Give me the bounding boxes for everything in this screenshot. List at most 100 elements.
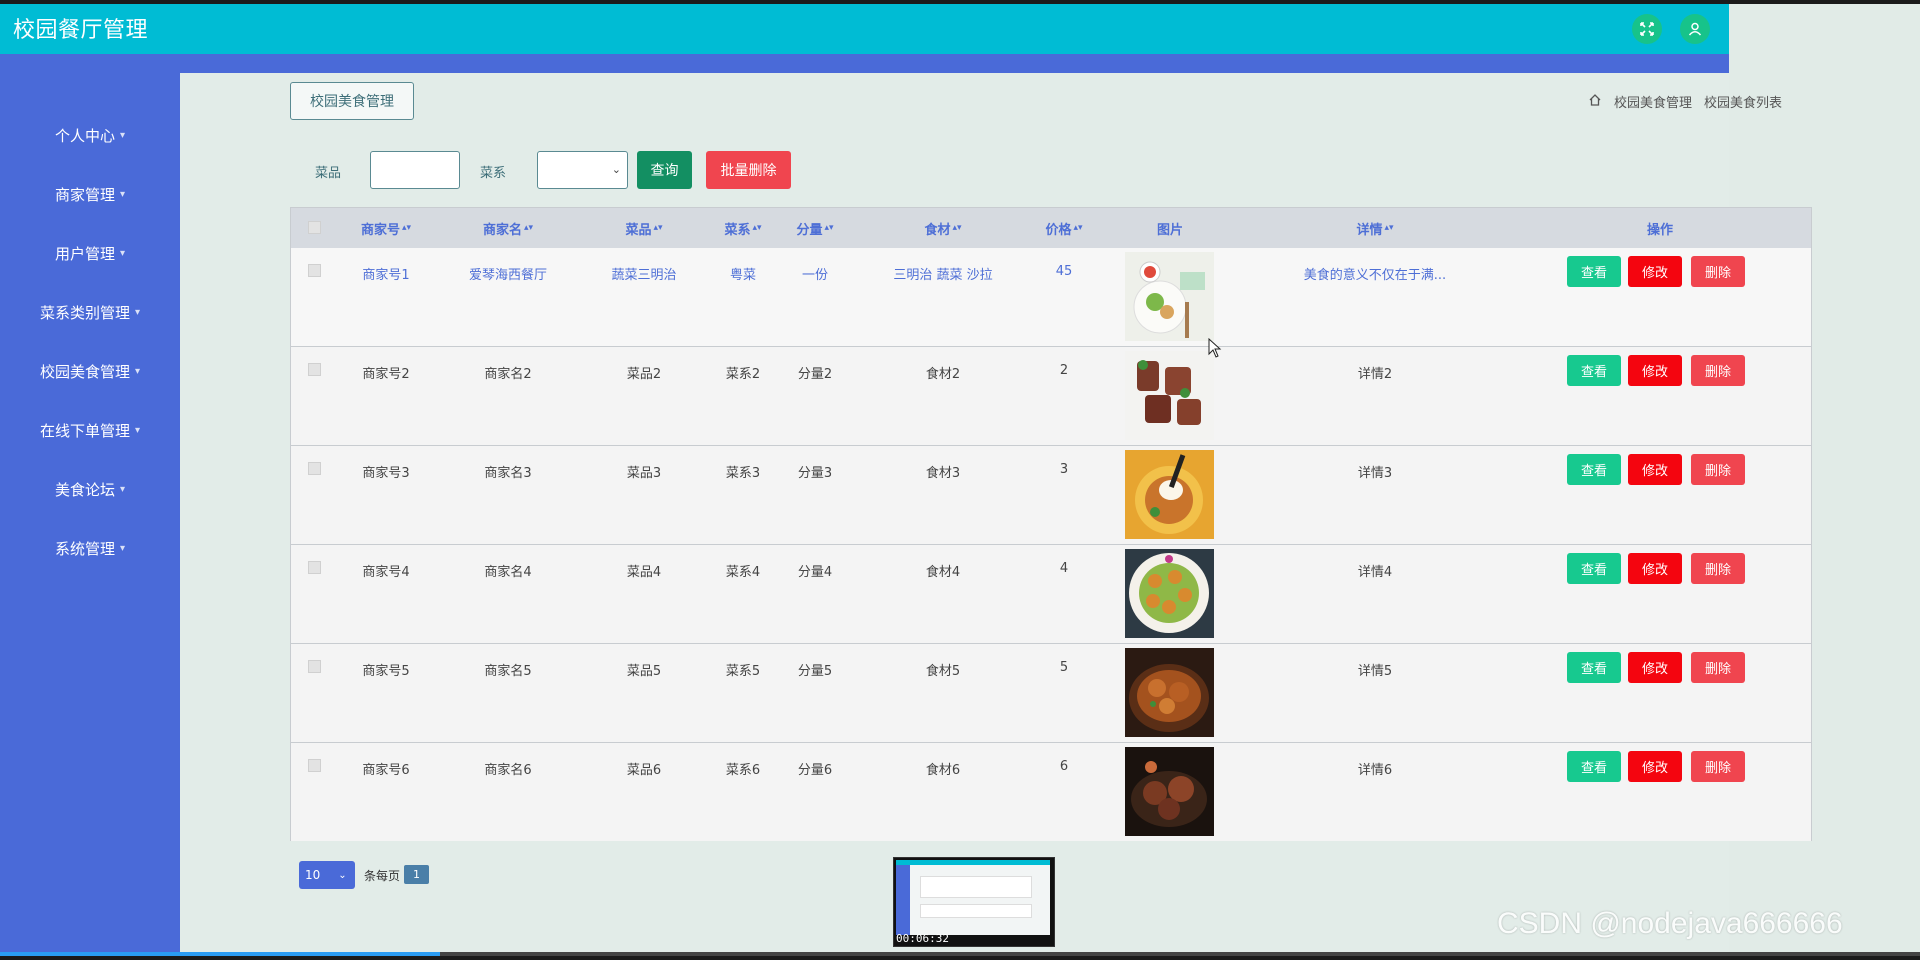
- dish-label: 菜品: [315, 166, 342, 181]
- delete-button[interactable]: 删除: [1691, 355, 1745, 386]
- column-header[interactable]: 食材 ▴▾: [924, 208, 961, 248]
- merchant-name-cell: 商家名6: [484, 763, 532, 778]
- ingredients-cell: 食材4: [925, 565, 961, 580]
- delete-button[interactable]: 删除: [1691, 454, 1745, 485]
- select-all-checkbox[interactable]: [308, 221, 321, 234]
- app-title: 校园餐厅管理: [13, 18, 149, 43]
- row-checkbox[interactable]: [308, 264, 321, 277]
- header-strip: [0, 54, 1729, 73]
- detail-cell: 详情5: [1357, 664, 1393, 679]
- query-button[interactable]: 查询: [637, 151, 692, 189]
- sidebar-item-system[interactable]: 系统管理 ▾: [0, 528, 180, 568]
- delete-button[interactable]: 删除: [1691, 553, 1745, 584]
- sidebar-item-personal-center[interactable]: 个人中心 ▾: [0, 115, 180, 155]
- edit-button[interactable]: 修改: [1628, 256, 1682, 287]
- sidebar-item-food-forum[interactable]: 美食论坛 ▾: [0, 469, 180, 509]
- sidebar-item-cuisine-category[interactable]: 菜系类别管理 ▾: [0, 292, 180, 332]
- breadcrumb-item[interactable]: 校园美食管理: [1614, 92, 1692, 111]
- food-image[interactable]: [1125, 549, 1214, 638]
- sidebar-item-merchant[interactable]: 商家管理 ▾: [0, 174, 180, 214]
- edit-button[interactable]: 修改: [1628, 751, 1682, 782]
- view-button[interactable]: 查看: [1567, 256, 1621, 287]
- ingredients-cell: 食材5: [925, 664, 961, 679]
- batch-delete-button[interactable]: 批量删除: [706, 151, 791, 189]
- sidebar-item-online-orders[interactable]: 在线下单管理 ▾: [0, 410, 180, 450]
- home-icon[interactable]: [1588, 93, 1602, 111]
- ingredients-cell: 食材6: [925, 763, 961, 778]
- edit-button[interactable]: 修改: [1628, 652, 1682, 683]
- sidebar-item-label: 在线下单管理: [39, 421, 130, 440]
- video-progress-bar[interactable]: [0, 952, 1920, 956]
- cuisine-cell: 菜系3: [725, 466, 761, 481]
- sidebar-item-label: 校园美食管理: [39, 362, 130, 381]
- view-button[interactable]: 查看: [1567, 454, 1621, 485]
- merchant-no-cell: 商家号2: [362, 367, 410, 382]
- view-button[interactable]: 查看: [1567, 553, 1621, 584]
- column-header[interactable]: 菜品 ▴▾: [625, 208, 662, 248]
- food-image[interactable]: [1125, 351, 1214, 440]
- edit-button[interactable]: 修改: [1628, 454, 1682, 485]
- caret-down-icon: ▾: [134, 306, 141, 318]
- detail-cell: 详情6: [1357, 763, 1393, 778]
- view-button[interactable]: 查看: [1567, 751, 1621, 782]
- table-row: 商家号5 商家名5 菜品5 菜系5 分量5 食材5 5 详情5 查看 修改 删除: [291, 644, 1811, 743]
- edit-button[interactable]: 修改: [1628, 553, 1682, 584]
- delete-button[interactable]: 删除: [1691, 751, 1745, 782]
- view-button[interactable]: 查看: [1567, 355, 1621, 386]
- dish-cell: 菜品6: [626, 763, 662, 778]
- row-checkbox[interactable]: [308, 363, 321, 376]
- column-header[interactable]: 商家名 ▴▾: [483, 208, 533, 248]
- row-checkbox[interactable]: [308, 561, 321, 574]
- sidebar-item-users[interactable]: 用户管理 ▾: [0, 233, 180, 273]
- user-menu-button[interactable]: [1680, 14, 1710, 44]
- row-checkbox[interactable]: [308, 759, 321, 772]
- video-preview-thumbnail[interactable]: 00:06:32: [893, 857, 1055, 947]
- row-checkbox[interactable]: [308, 660, 321, 673]
- mouse-cursor-icon: [1208, 338, 1222, 358]
- portion-cell: 分量2: [797, 367, 833, 382]
- column-header[interactable]: 商家号 ▴▾: [361, 208, 411, 248]
- food-image[interactable]: [1125, 450, 1214, 539]
- delete-button[interactable]: 删除: [1691, 652, 1745, 683]
- chevron-down-icon: ⌄: [611, 163, 621, 176]
- breadcrumb-item: 校园美食列表: [1704, 96, 1783, 111]
- caret-down-icon: ▾: [119, 129, 126, 141]
- table-header: 商家号 ▴▾ 商家名 ▴▾ 菜品 ▴▾ 菜系 ▴▾ 分量 ▴▾ 食材 ▴▾ 价格 ▴▾ 图片 …: [291, 208, 1811, 249]
- column-header: 操作: [1646, 222, 1674, 238]
- caret-down-icon: ▾: [119, 483, 126, 495]
- cuisine-cell: 菜系5: [725, 664, 761, 679]
- column-header[interactable]: 详情 ▴▾: [1356, 208, 1393, 248]
- merchant-name-cell: 商家名3: [484, 466, 532, 481]
- delete-button[interactable]: 删除: [1691, 256, 1745, 287]
- column-header: 图片: [1156, 222, 1184, 238]
- merchant-no-cell: 商家号5: [362, 664, 410, 679]
- fullscreen-button[interactable]: [1632, 14, 1662, 44]
- food-image[interactable]: [1125, 747, 1214, 836]
- sort-icon: ▴▾: [1384, 223, 1394, 233]
- column-header[interactable]: 价格 ▴▾: [1045, 208, 1082, 248]
- table-row: 商家号4 商家名4 菜品4 菜系4 分量4 食材4 4 详情4 查看 修改 删除: [291, 545, 1811, 644]
- merchant-name-cell: 商家名2: [484, 367, 532, 382]
- table-row: 商家号3 商家名3 菜品3 菜系3 分量3 食材3 3 详情3 查看 修改 删除: [291, 446, 1811, 545]
- edit-button[interactable]: 修改: [1628, 355, 1682, 386]
- food-image[interactable]: [1125, 252, 1214, 341]
- caret-down-icon: ▾: [134, 424, 141, 436]
- food-image[interactable]: [1125, 648, 1214, 737]
- cuisine-select[interactable]: ⌄: [537, 151, 628, 189]
- row-checkbox[interactable]: [308, 462, 321, 475]
- dish-cell: 菜品4: [626, 565, 662, 580]
- detail-cell: 详情3: [1357, 466, 1393, 481]
- column-header[interactable]: 分量 ▴▾: [796, 208, 833, 248]
- column-header[interactable]: 菜系 ▴▾: [724, 208, 761, 248]
- page-title-button[interactable]: 校园美食管理: [290, 82, 414, 120]
- table-row: 商家号1 爱琴海西餐厅 蔬菜三明治 粤菜 一份 三明治 蔬菜 沙拉 45 美食的…: [291, 248, 1811, 347]
- page-size-select[interactable]: 10 ⌄: [299, 861, 355, 889]
- cuisine-cell: 菜系2: [725, 367, 761, 382]
- page-number-button[interactable]: 1: [404, 865, 429, 884]
- ingredients-cell: 三明治 蔬菜 沙拉: [893, 268, 993, 283]
- sidebar-item-label: 用户管理: [54, 244, 115, 263]
- dish-search-input[interactable]: [370, 151, 460, 189]
- fullscreen-icon: [1640, 22, 1654, 36]
- sidebar-item-campus-food[interactable]: 校园美食管理 ▾: [0, 351, 180, 391]
- view-button[interactable]: 查看: [1567, 652, 1621, 683]
